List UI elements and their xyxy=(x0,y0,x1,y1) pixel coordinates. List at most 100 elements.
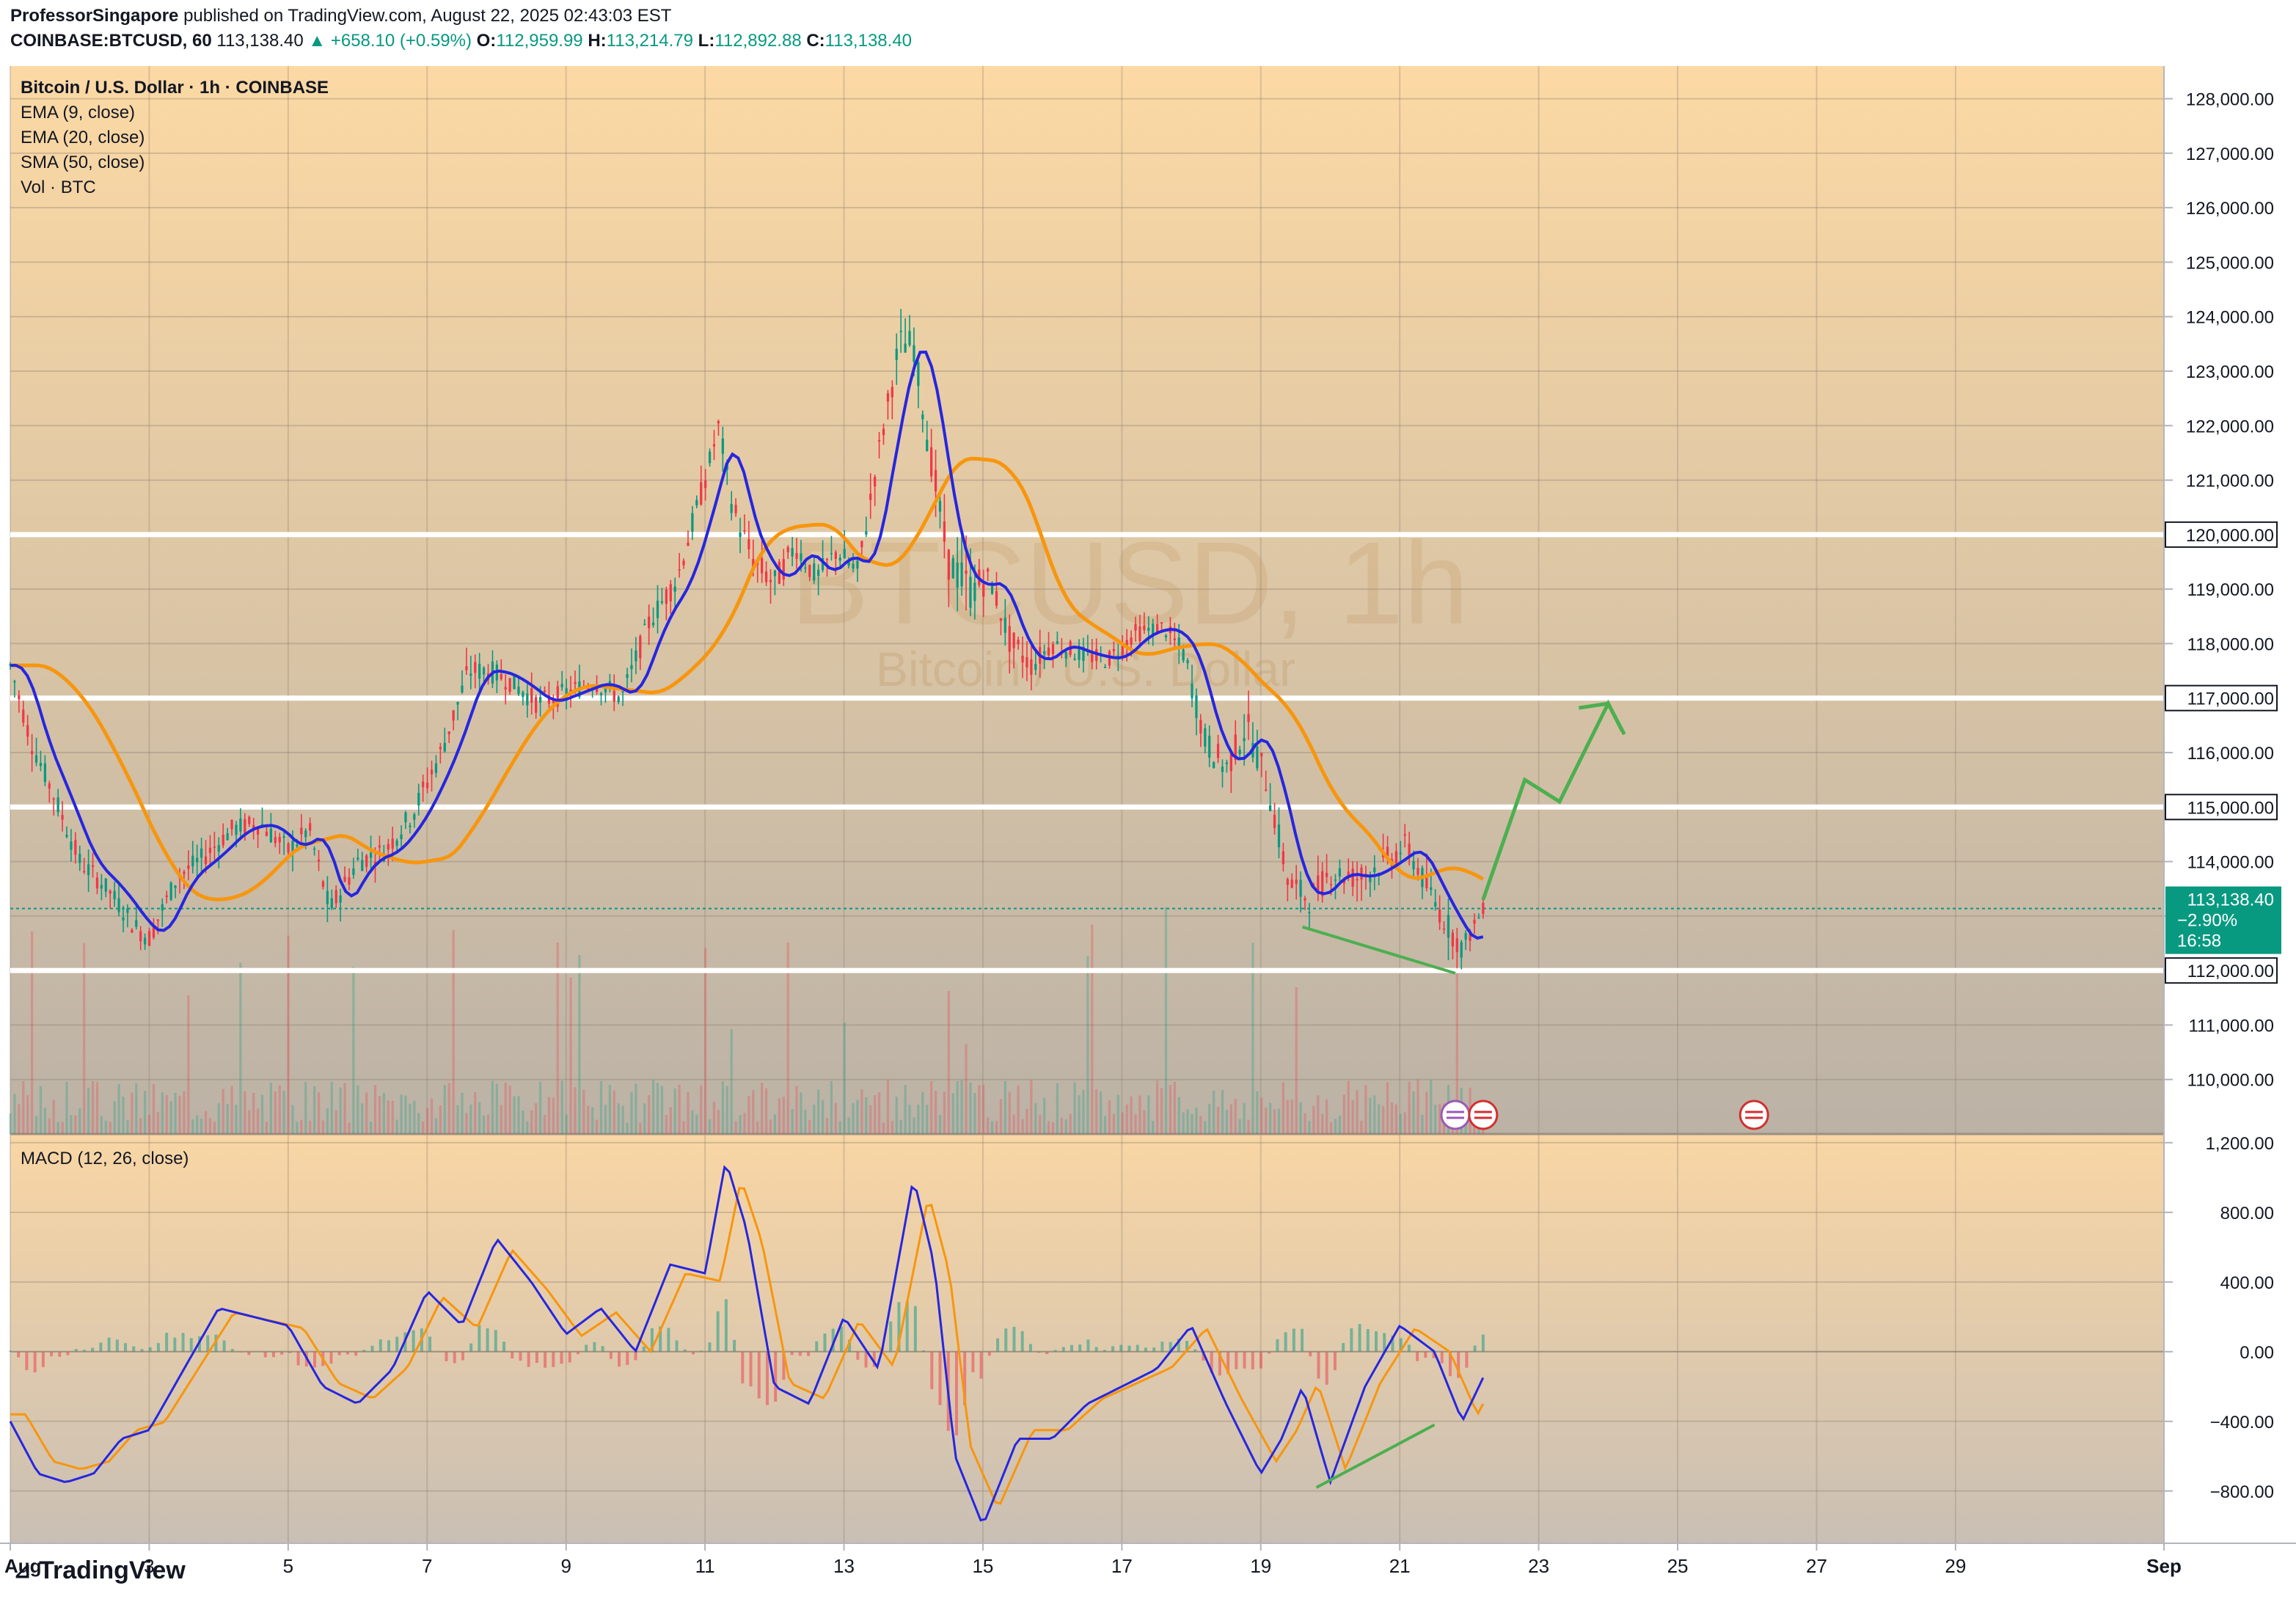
candle-body xyxy=(786,547,789,552)
tradingview-logo-text: TradingView xyxy=(39,1556,186,1584)
candle-body xyxy=(204,856,208,864)
volume-bar xyxy=(587,1105,590,1134)
candle-body xyxy=(874,477,877,487)
legend-macd[interactable]: MACD (12, 26, close) xyxy=(21,1149,189,1169)
volume-bar xyxy=(200,1118,203,1134)
legend-title[interactable]: Bitcoin / U.S. Dollar · 1h · COINBASE xyxy=(21,78,329,98)
volume-bar xyxy=(278,1085,281,1134)
price-axis-label: 119,000.00 xyxy=(2187,580,2274,600)
volume-bar xyxy=(930,1081,933,1134)
macd-histogram-bar xyxy=(132,1346,136,1352)
macd-histogram-bar xyxy=(1276,1339,1279,1352)
macd-histogram-bar xyxy=(58,1351,62,1357)
author-name[interactable]: ProfessorSingapore xyxy=(10,6,178,26)
candle-body xyxy=(1243,738,1246,742)
candle-body xyxy=(61,815,64,820)
macd-histogram-bar xyxy=(1160,1342,1164,1352)
volume-bar xyxy=(956,1081,959,1134)
volume-bar xyxy=(235,1105,238,1134)
candle-body xyxy=(1299,879,1302,897)
candle-body xyxy=(447,731,450,734)
chart-canvas[interactable]: BTCUSD, 1h Bitcoin / U.S. Dollar 128,000… xyxy=(0,0,2296,1599)
candle-body xyxy=(743,530,746,532)
tradingview-logo[interactable]: ⊿ TradingView xyxy=(13,1556,186,1585)
candle-body xyxy=(538,697,542,703)
candle-body xyxy=(334,890,337,904)
candle-body xyxy=(465,666,468,670)
macd-histogram-bar xyxy=(296,1351,300,1366)
volume-bar xyxy=(469,1104,472,1134)
last-price: 113,138.40 xyxy=(216,31,304,51)
volume-bar xyxy=(899,1120,902,1134)
macd-histogram-bar xyxy=(815,1341,819,1352)
volume-bar xyxy=(474,1091,477,1134)
candle-body xyxy=(1177,637,1180,647)
volume-bar xyxy=(1338,1116,1342,1134)
volume-bar xyxy=(48,1118,51,1134)
volume-bar xyxy=(1229,1104,1232,1134)
volume-bar xyxy=(813,1105,816,1134)
candle-body xyxy=(34,755,38,763)
candle-body xyxy=(13,681,16,683)
candle-body xyxy=(191,855,194,867)
macd-histogram-bar xyxy=(395,1336,399,1352)
volume-bar xyxy=(852,1103,855,1134)
candle-body xyxy=(813,563,816,581)
volume-bar xyxy=(621,1105,624,1134)
volume-bar xyxy=(1329,1122,1333,1134)
candle-body xyxy=(517,687,520,695)
candle-body xyxy=(413,814,416,820)
candle-body xyxy=(1260,753,1263,757)
volume-bar xyxy=(296,1122,299,1134)
candle-body xyxy=(665,589,668,604)
candle-body xyxy=(304,830,307,838)
macd-histogram-bar xyxy=(1366,1329,1370,1352)
candle-body xyxy=(1464,933,1467,940)
legend-volume[interactable]: Vol · BTC xyxy=(21,178,96,198)
volume-bar xyxy=(834,1102,837,1134)
volume-bar xyxy=(1082,1090,1085,1134)
volume-bar xyxy=(30,931,34,1134)
candle-body xyxy=(1477,917,1480,919)
candle-body xyxy=(409,825,412,827)
volume-bar xyxy=(196,1115,199,1134)
legend-ema9[interactable]: EMA (9, close) xyxy=(21,103,135,123)
volume-bar xyxy=(856,1099,859,1134)
volume-bar xyxy=(734,1121,737,1134)
volume-bar xyxy=(947,991,950,1134)
volume-bar xyxy=(1208,1103,1211,1134)
candle-body xyxy=(1308,912,1311,914)
macd-histogram-bar xyxy=(412,1330,415,1352)
volume-bar xyxy=(886,1079,890,1134)
symbol-name[interactable]: COINBASE:BTCUSD, 60 xyxy=(10,31,212,51)
candle-body xyxy=(326,890,329,904)
volume-bar xyxy=(969,1082,972,1134)
volume-bar xyxy=(1342,1094,1345,1134)
macd-histogram-bar xyxy=(1292,1328,1295,1352)
candle-body xyxy=(1025,656,1028,667)
price-axis-label: 127,000.00 xyxy=(2186,144,2274,164)
candle-body xyxy=(1182,649,1185,661)
legend-ema20[interactable]: EMA (20, close) xyxy=(21,128,145,148)
volume-bar xyxy=(673,1088,676,1134)
close-value: 113,138.40 xyxy=(825,31,913,51)
candle-body xyxy=(1325,873,1328,877)
macd-pane[interactable] xyxy=(10,1134,2286,1543)
volume-bar xyxy=(461,1092,464,1134)
candle-body xyxy=(682,560,685,566)
legend-sma50[interactable]: SMA (50, close) xyxy=(21,153,145,173)
volume-bar xyxy=(1073,1082,1076,1134)
volume-bar xyxy=(139,1118,142,1134)
candle-body xyxy=(87,864,90,876)
candle-body xyxy=(1216,744,1220,758)
candle-body xyxy=(1455,938,1458,953)
candle-body xyxy=(1073,658,1076,660)
candle-body xyxy=(461,685,464,692)
volume-bar xyxy=(204,1110,208,1134)
macd-histogram-bar xyxy=(1375,1331,1378,1352)
last-price-tag-text: −2.90% xyxy=(2177,911,2237,931)
volume-bar xyxy=(334,1110,337,1134)
volume-bar xyxy=(1039,1115,1042,1134)
candle-body xyxy=(938,500,942,512)
volume-bar xyxy=(613,1090,615,1134)
